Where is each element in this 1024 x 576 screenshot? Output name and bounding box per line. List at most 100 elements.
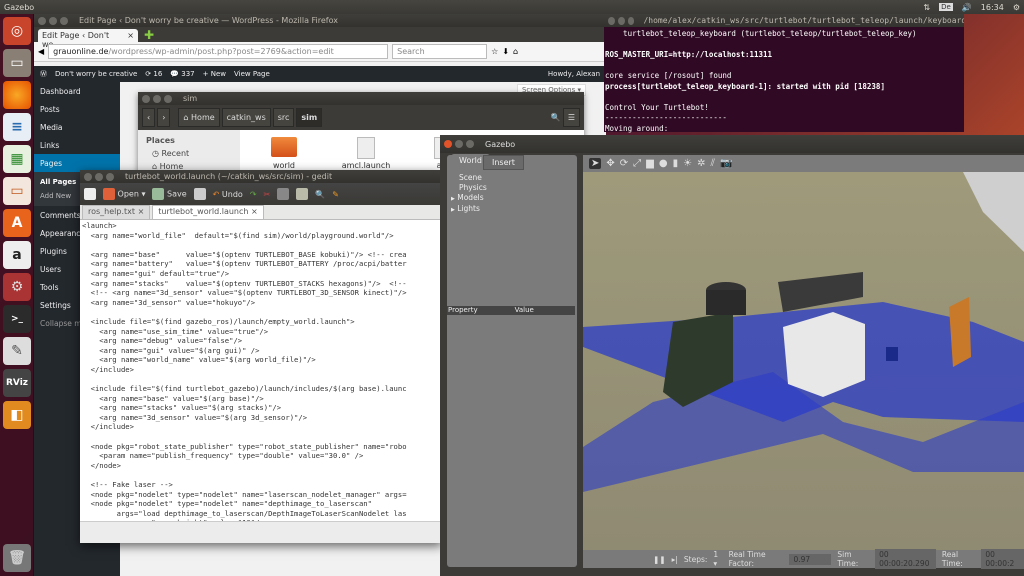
wp-menu-media[interactable]: Media [34, 118, 120, 136]
close-icon[interactable] [142, 94, 150, 103]
wp-menu-dashboard[interactable]: Dashboard [34, 82, 120, 100]
close-tab-icon[interactable]: × [127, 31, 134, 40]
point-light-icon[interactable]: ☀ [683, 158, 692, 169]
wp-updates[interactable]: ⟳ 16 [145, 70, 162, 78]
files-titlebar[interactable]: sim [138, 92, 584, 105]
maximize-icon[interactable] [627, 16, 635, 25]
rotate-icon[interactable]: ⟳ [620, 158, 628, 169]
new-document-icon[interactable] [84, 188, 96, 200]
power-gear-icon[interactable]: ⚙ [1013, 3, 1020, 12]
wp-site-link[interactable]: Don't worry be creative [55, 70, 137, 78]
minimize-icon[interactable] [49, 16, 57, 25]
amazon-icon[interactable]: a [3, 241, 31, 269]
find-icon[interactable]: 🔍 [315, 190, 325, 199]
pause-icon[interactable]: ❚❚ [653, 555, 666, 564]
open-button[interactable]: Open ▾ [103, 188, 145, 200]
search-input[interactable]: Search [392, 44, 488, 59]
browser-tab[interactable]: Edit Page ‹ Don't wo... × [38, 29, 138, 49]
close-icon[interactable] [84, 172, 92, 181]
screenshot-camera-icon[interactable]: 📷 [720, 158, 732, 169]
spot-light-icon[interactable]: ✲ [697, 158, 705, 169]
breadcrumb-sim[interactable]: sim [296, 108, 323, 127]
tree-models[interactable]: ▶ Models [451, 193, 487, 204]
steps-spinner[interactable]: 1 ▾ [713, 550, 722, 568]
tree-physics[interactable]: Physics [459, 183, 487, 193]
download-icon[interactable]: ⬇ [502, 47, 509, 56]
software-center-icon[interactable]: A [3, 209, 31, 237]
redo-icon[interactable]: ↷ [250, 190, 257, 199]
maximize-icon[interactable] [106, 172, 114, 181]
places-recent[interactable]: ◷ Recent [146, 147, 232, 160]
tree-lights[interactable]: ▶ Lights [451, 204, 487, 215]
volume-icon[interactable]: 🔊 [962, 3, 972, 12]
maximize-icon[interactable] [60, 16, 68, 25]
system-settings-icon[interactable]: ⚙ [3, 273, 31, 301]
tree-scene[interactable]: Scene [459, 173, 487, 183]
close-tab-icon[interactable]: × [138, 207, 145, 216]
replace-icon[interactable]: ✎ [332, 190, 339, 199]
maximize-icon[interactable] [466, 140, 474, 148]
wp-view-page[interactable]: View Page [234, 70, 270, 78]
writer-icon[interactable]: ≡ [3, 113, 31, 141]
code-editor[interactable]: <launch> <arg name="world_file" default=… [80, 220, 442, 530]
minimize-icon[interactable] [617, 16, 625, 25]
back-icon[interactable]: ◀ [38, 47, 44, 56]
calc-icon[interactable]: ▦ [3, 145, 31, 173]
firefox-titlebar[interactable]: Edit Page ‹ Don't worry be creative — Wo… [34, 14, 606, 27]
cylinder-icon[interactable]: ▮ [673, 158, 679, 169]
terminal-output[interactable]: turtlebot_teleop_keyboard (turtlebot_tel… [604, 27, 964, 147]
wordpress-logo-icon[interactable]: Ⓦ [40, 69, 47, 79]
close-icon[interactable] [38, 16, 46, 25]
wp-comments[interactable]: 💬 337 [170, 70, 194, 78]
network-icon[interactable]: ⇅ [923, 3, 930, 12]
step-icon[interactable]: ▸| [672, 555, 678, 564]
back-button[interactable]: ‹ [142, 108, 156, 127]
cut-icon[interactable]: ✂ [264, 190, 271, 199]
menu-icon[interactable]: ☰ [562, 108, 580, 127]
clock[interactable]: 16:34 [981, 3, 1004, 12]
new-tab-icon[interactable]: ✚ [144, 28, 154, 42]
home-icon[interactable]: ⌂ [513, 47, 518, 56]
minimize-icon[interactable] [95, 172, 103, 181]
close-icon[interactable] [608, 16, 615, 25]
minimize-icon[interactable] [455, 140, 463, 148]
firefox-icon[interactable] [3, 81, 31, 109]
wp-menu-posts[interactable]: Posts [34, 100, 120, 118]
wp-new[interactable]: + New [203, 70, 226, 78]
gedit-titlebar[interactable]: turtlebot_world.launch (~/catkin_ws/src/… [80, 170, 442, 183]
gedit-icon[interactable]: ✎ [3, 337, 31, 365]
tab-ros-help[interactable]: ros_help.txt × [82, 205, 151, 219]
file-item-world[interactable]: world [254, 137, 314, 170]
directional-light-icon[interactable]: ⫽ [710, 158, 714, 169]
tab-turtlebot-world-launch[interactable]: turtlebot_world.launch × [152, 205, 264, 219]
tab-insert[interactable]: Insert [483, 155, 524, 170]
gazebo-titlebar[interactable]: Gazebo [440, 135, 1024, 153]
3d-scene[interactable] [583, 172, 1024, 550]
wp-howdy[interactable]: Howdy, Alexan [548, 70, 600, 78]
keyboard-layout-indicator[interactable]: De [939, 3, 953, 11]
rviz-icon[interactable]: RViz [3, 369, 31, 397]
minimize-icon[interactable] [153, 94, 161, 103]
sphere-icon[interactable]: ● [659, 158, 668, 169]
trash-icon[interactable]: 🗑 [3, 544, 31, 572]
paste-icon[interactable] [296, 188, 309, 200]
copy-icon[interactable] [277, 188, 290, 200]
breadcrumb-home[interactable]: ⌂ Home [178, 108, 220, 127]
search-icon[interactable]: 🔍 [551, 113, 561, 122]
print-icon[interactable] [193, 188, 206, 200]
files-icon[interactable]: ▭ [3, 49, 31, 77]
bookmark-star-icon[interactable]: ☆ [491, 47, 498, 56]
close-tab-icon[interactable]: × [251, 207, 258, 216]
ubuntu-dash-icon[interactable]: ◎ [3, 17, 31, 45]
translate-icon[interactable]: ✥ [606, 158, 614, 169]
box-icon[interactable]: ▆ [646, 158, 654, 169]
gazebo-icon[interactable]: ◧ [3, 401, 31, 429]
close-icon[interactable] [444, 140, 452, 148]
url-bar[interactable]: grauonline.de/wordpress/wp-admin/post.ph… [48, 44, 389, 59]
file-item-amcl-launch[interactable]: amcl.launch [336, 137, 396, 170]
impress-icon[interactable]: ▭ [3, 177, 31, 205]
undo-button[interactable]: ↶ Undo [213, 190, 243, 199]
wp-menu-links[interactable]: Links [34, 136, 120, 154]
breadcrumb-catkin-ws[interactable]: catkin_ws [221, 108, 271, 127]
forward-button[interactable]: › [157, 108, 171, 127]
